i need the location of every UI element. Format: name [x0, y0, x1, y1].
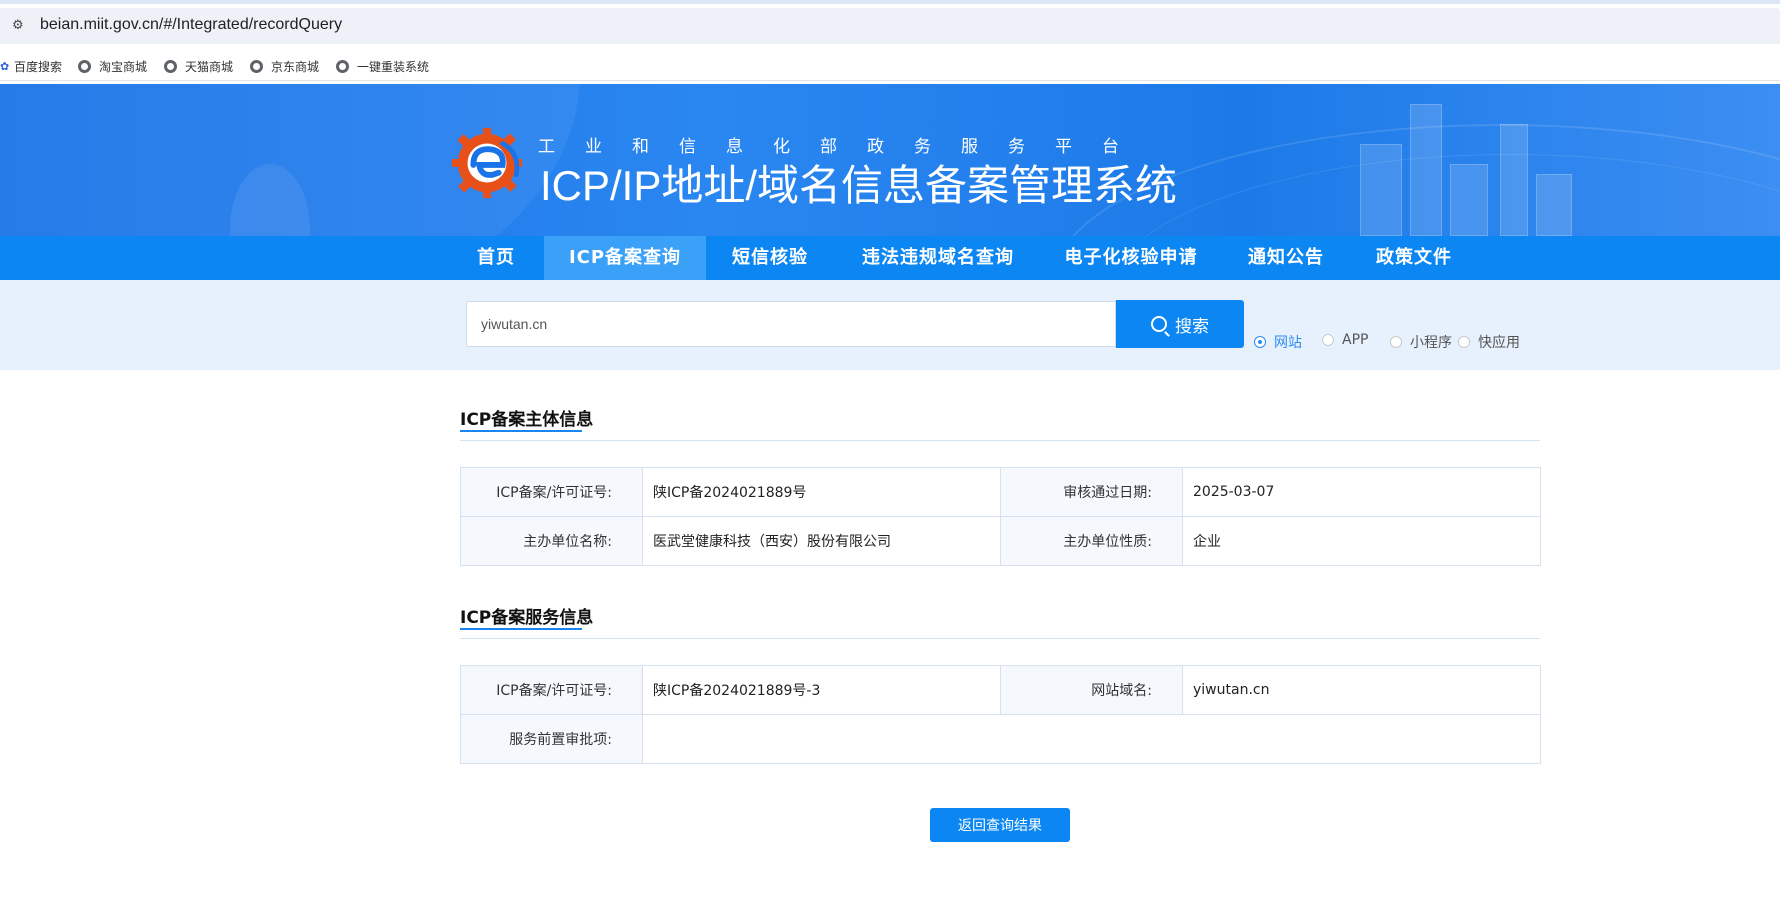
search-input[interactable]: yiwutan.cn: [466, 301, 1116, 347]
bookmark-label: 一键重装系统: [357, 59, 430, 74]
radio-label: 快应用: [1478, 335, 1520, 351]
bookmark-label: 淘宝商城: [99, 59, 148, 74]
label-pre-approval: 服务前置审批项:: [460, 714, 643, 764]
section-rule: [460, 638, 1540, 639]
nav-home[interactable]: 首页: [466, 236, 526, 280]
table-row: ICP备案/许可证号: 陕ICP备2024021889号-3 网站域名: yiw…: [460, 665, 1541, 715]
globe-icon: [250, 59, 263, 73]
label-license-no: ICP备案/许可证号:: [460, 467, 643, 517]
radio-label: 小程序: [1410, 335, 1452, 351]
section-underline: [460, 628, 582, 630]
subject-info-table: ICP备案/许可证号: 陕ICP备2024021889号 审核通过日期: 202…: [460, 467, 1541, 566]
service-info-title: ICP备案服务信息: [460, 608, 594, 628]
label-org-name: 主办单位名称:: [460, 516, 643, 566]
search-button[interactable]: 搜索: [1116, 300, 1244, 348]
globe-icon: [78, 59, 91, 73]
table-row: ICP备案/许可证号: 陕ICP备2024021889号 审核通过日期: 202…: [460, 467, 1541, 517]
value-approve-date: 2025-03-07: [1182, 467, 1541, 517]
search-button-label: 搜索: [1175, 316, 1209, 337]
nav-icp-query[interactable]: ICP备案查询: [544, 236, 706, 280]
decorative-building: [1450, 164, 1488, 236]
bookmark-tmall[interactable]: 天猫商城: [164, 57, 233, 75]
bookmark-reinstall[interactable]: 一键重装系统: [336, 57, 429, 75]
bookmark-label: 京东商城: [271, 59, 320, 74]
nav-sms-verify[interactable]: 短信核验: [724, 236, 816, 280]
bookmark-taobao[interactable]: 淘宝商城: [78, 57, 147, 75]
table-row: 主办单位名称: 医武堂健康科技（西安）股份有限公司 主办单位性质: 企业: [460, 516, 1541, 566]
bookmark-baidu[interactable]: ✿ 百度搜索: [0, 57, 62, 75]
bookmark-label: 天猫商城: [185, 59, 234, 74]
nav-illegal-domain[interactable]: 违法违规域名查询: [858, 236, 1018, 280]
globe-icon: [336, 59, 349, 73]
baidu-paw-icon: ✿: [0, 60, 10, 73]
radio-quickapp[interactable]: 快应用: [1458, 332, 1520, 352]
subject-info-title: ICP备案主体信息: [460, 410, 594, 430]
radio-dot: [1390, 336, 1402, 348]
value-license-no: 陕ICP备2024021889号: [642, 467, 1001, 517]
radio-dot: [1322, 334, 1334, 346]
label-approve-date: 审核通过日期:: [1000, 467, 1183, 517]
decorative-building: [1410, 104, 1442, 236]
search-icon: [1151, 316, 1167, 332]
decorative-building: [1360, 144, 1402, 236]
service-info-table: ICP备案/许可证号: 陕ICP备2024021889号-3 网站域名: yiw…: [460, 665, 1541, 764]
bookmark-jd[interactable]: 京东商城: [250, 57, 319, 75]
radio-label: APP: [1342, 332, 1369, 348]
label-service-license-no: ICP备案/许可证号:: [460, 665, 643, 715]
radio-label: 网站: [1274, 335, 1302, 351]
nav-notices[interactable]: 通知公告: [1240, 236, 1332, 280]
nav-policy[interactable]: 政策文件: [1368, 236, 1460, 280]
section-rule: [460, 440, 1540, 441]
miit-logo-icon: [451, 127, 523, 199]
value-domain: yiwutan.cn: [1182, 665, 1541, 715]
bookmark-label: 百度搜索: [14, 59, 63, 74]
back-to-results-button[interactable]: 返回查询结果: [930, 808, 1070, 842]
main-nav: 首页 ICP备案查询 短信核验 违法违规域名查询 电子化核验申请 通知公告 政策…: [0, 236, 1780, 280]
bookmarks-bar: ✿ 百度搜索 淘宝商城 天猫商城 京东商城 一键重装系统: [0, 52, 1780, 81]
section-underline: [460, 430, 582, 432]
globe-icon: [164, 59, 177, 73]
value-pre-approval: [642, 714, 1541, 764]
radio-app[interactable]: APP: [1322, 332, 1368, 348]
label-org-type: 主办单位性质:: [1000, 516, 1183, 566]
decorative-building: [1500, 124, 1528, 236]
decorative-building: [1536, 174, 1572, 236]
site-settings-icon[interactable]: ⚙: [12, 18, 30, 34]
radio-website[interactable]: 网站: [1254, 332, 1302, 352]
value-org-type: 企业: [1182, 516, 1541, 566]
browser-chrome: ⚙ beian.miit.gov.cn/#/Integrated/recordQ…: [0, 0, 1780, 44]
nav-e-verify[interactable]: 电子化核验申请: [1058, 236, 1204, 280]
radio-dot: [1458, 336, 1470, 348]
value-org-name: 医武堂健康科技（西安）股份有限公司: [642, 516, 1001, 566]
table-row: 服务前置审批项:: [460, 714, 1541, 764]
value-service-license-no: 陕ICP备2024021889号-3: [642, 665, 1001, 715]
tab-strip: [0, 0, 1780, 4]
url-text[interactable]: beian.miit.gov.cn/#/Integrated/recordQue…: [40, 16, 342, 34]
page-title: ICP/IP地址/域名信息备案管理系统: [540, 162, 1178, 209]
label-domain: 网站域名:: [1000, 665, 1183, 715]
radio-dot: [1254, 336, 1266, 348]
address-bar[interactable]: ⚙ beian.miit.gov.cn/#/Integrated/recordQ…: [0, 8, 1780, 44]
radio-miniprogram[interactable]: 小程序: [1390, 332, 1452, 352]
